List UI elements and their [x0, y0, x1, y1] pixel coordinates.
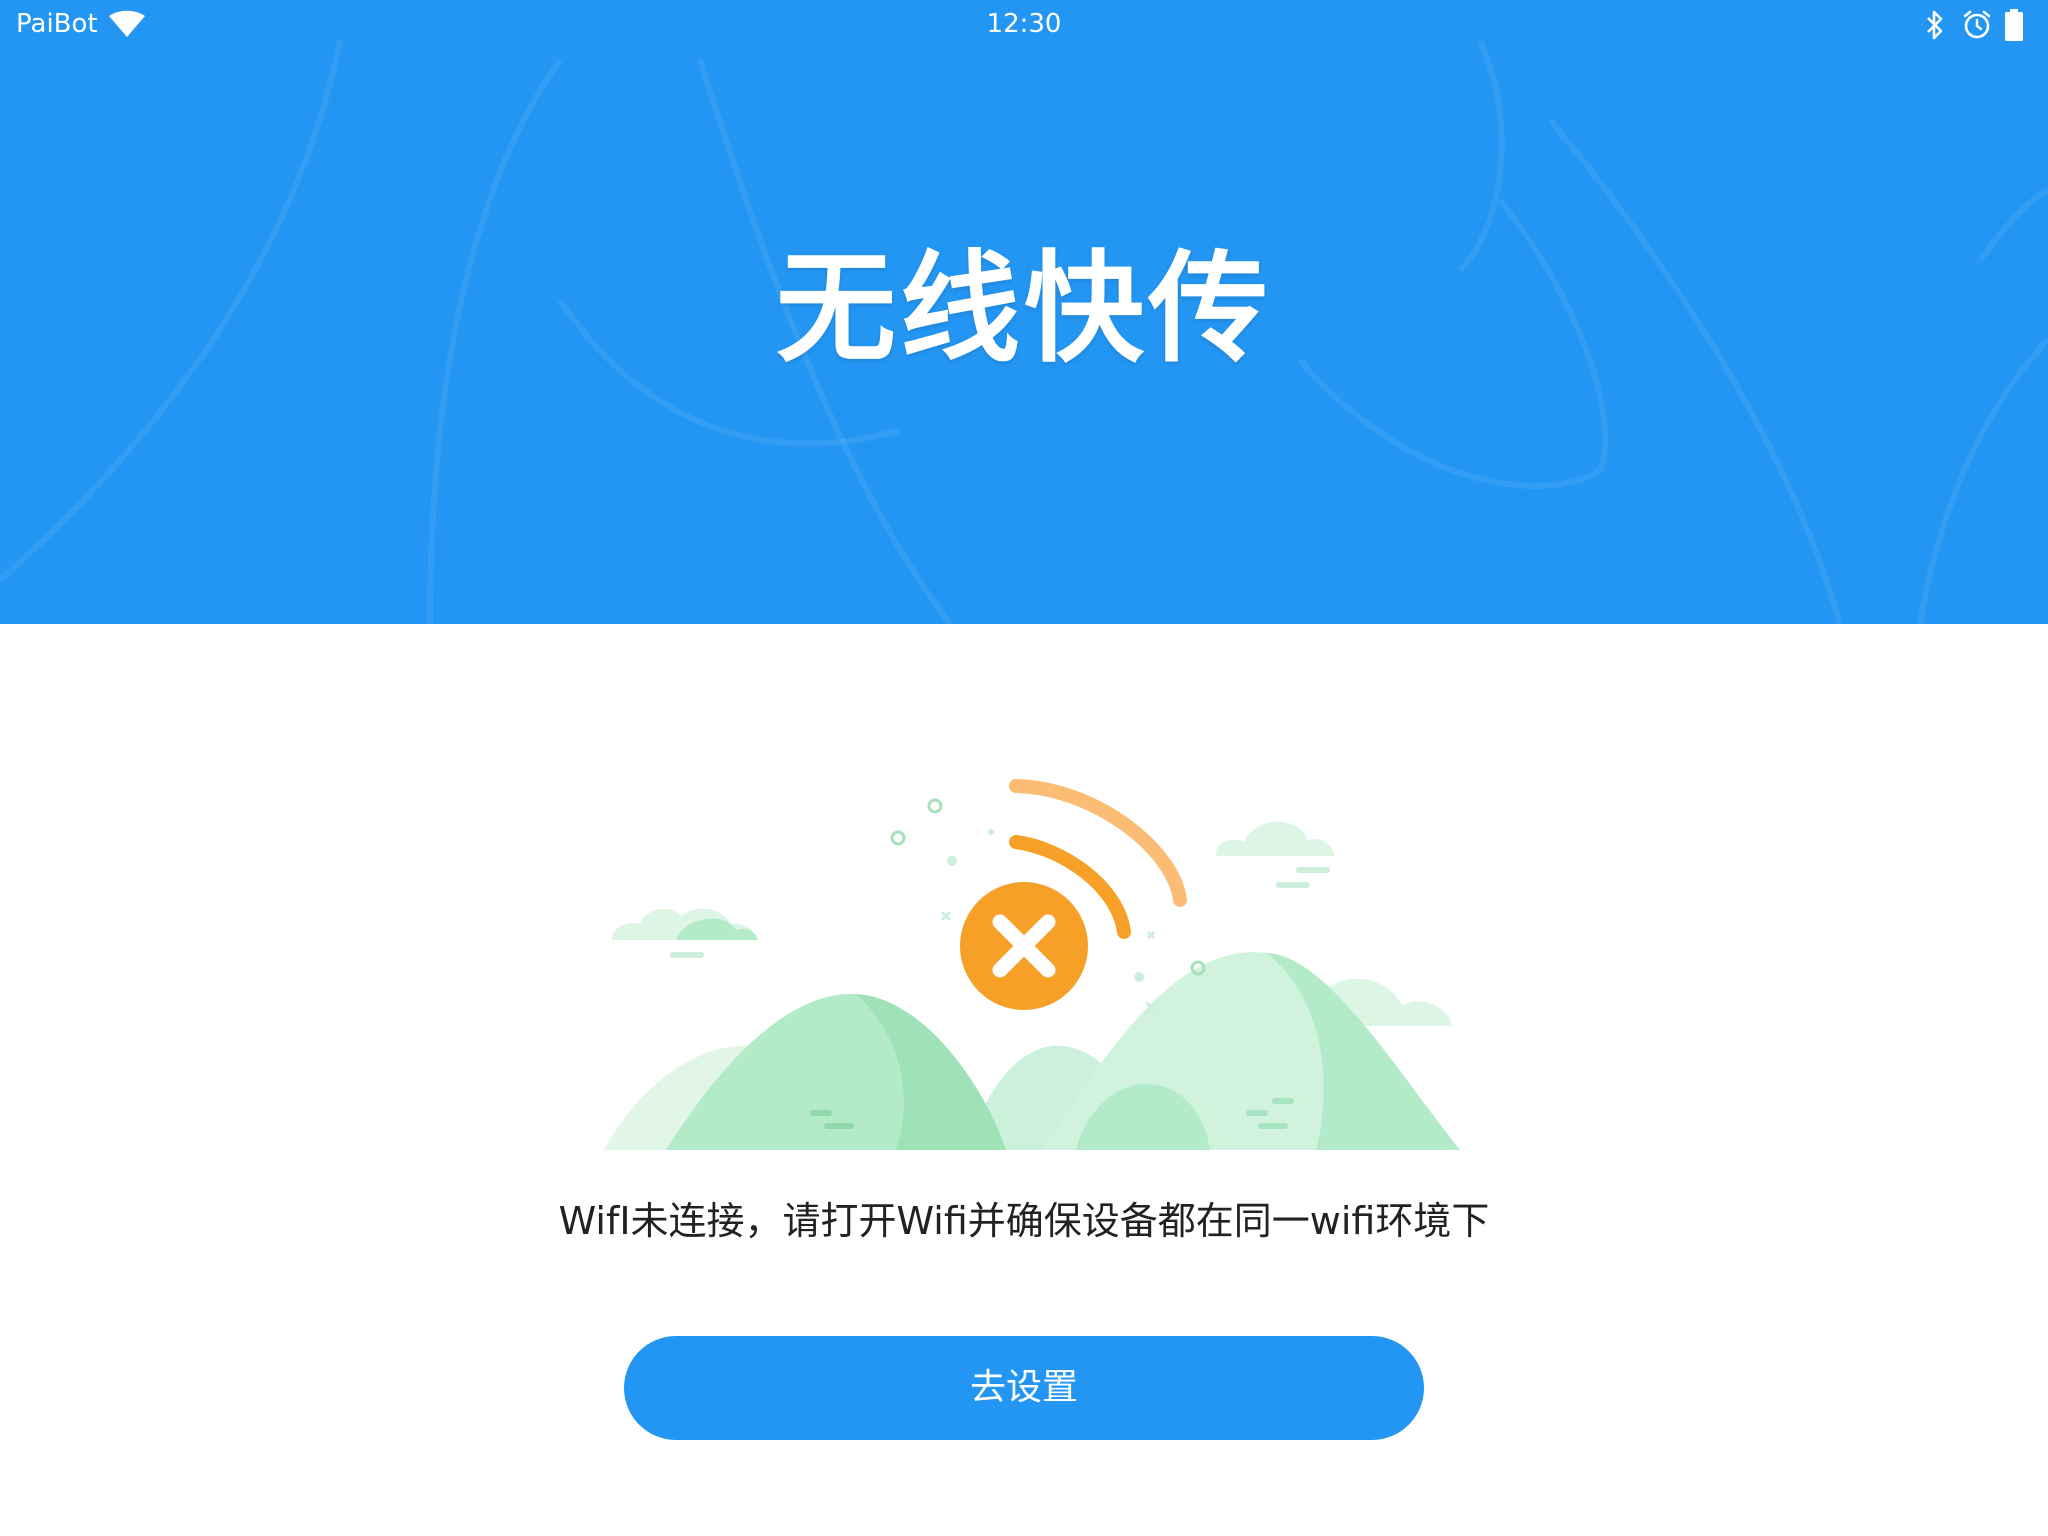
status-clock: 12:30: [986, 9, 1062, 39]
alarm-icon: [1963, 10, 1991, 39]
wifi-status-message: WifI未连接，请打开Wifi并确保设备都在同一wifi环境下: [558, 1199, 1490, 1243]
bluetooth-icon: [1927, 10, 1943, 40]
go-to-settings-button[interactable]: 去设置: [624, 1336, 1424, 1440]
wifi-disconnected-icon: [960, 882, 1088, 1010]
page-title: 无线快传: [776, 240, 1272, 379]
cloud-right-top: [1215, 821, 1334, 888]
status-bar: PaiBot 12:30: [0, 0, 2048, 50]
header-banner: PaiBot 12:30 无线快传: [0, 0, 2048, 624]
cloud-left: [612, 908, 758, 958]
wifi-disconnected-illustration: [604, 779, 1460, 1150]
battery-icon: [2005, 9, 2023, 41]
